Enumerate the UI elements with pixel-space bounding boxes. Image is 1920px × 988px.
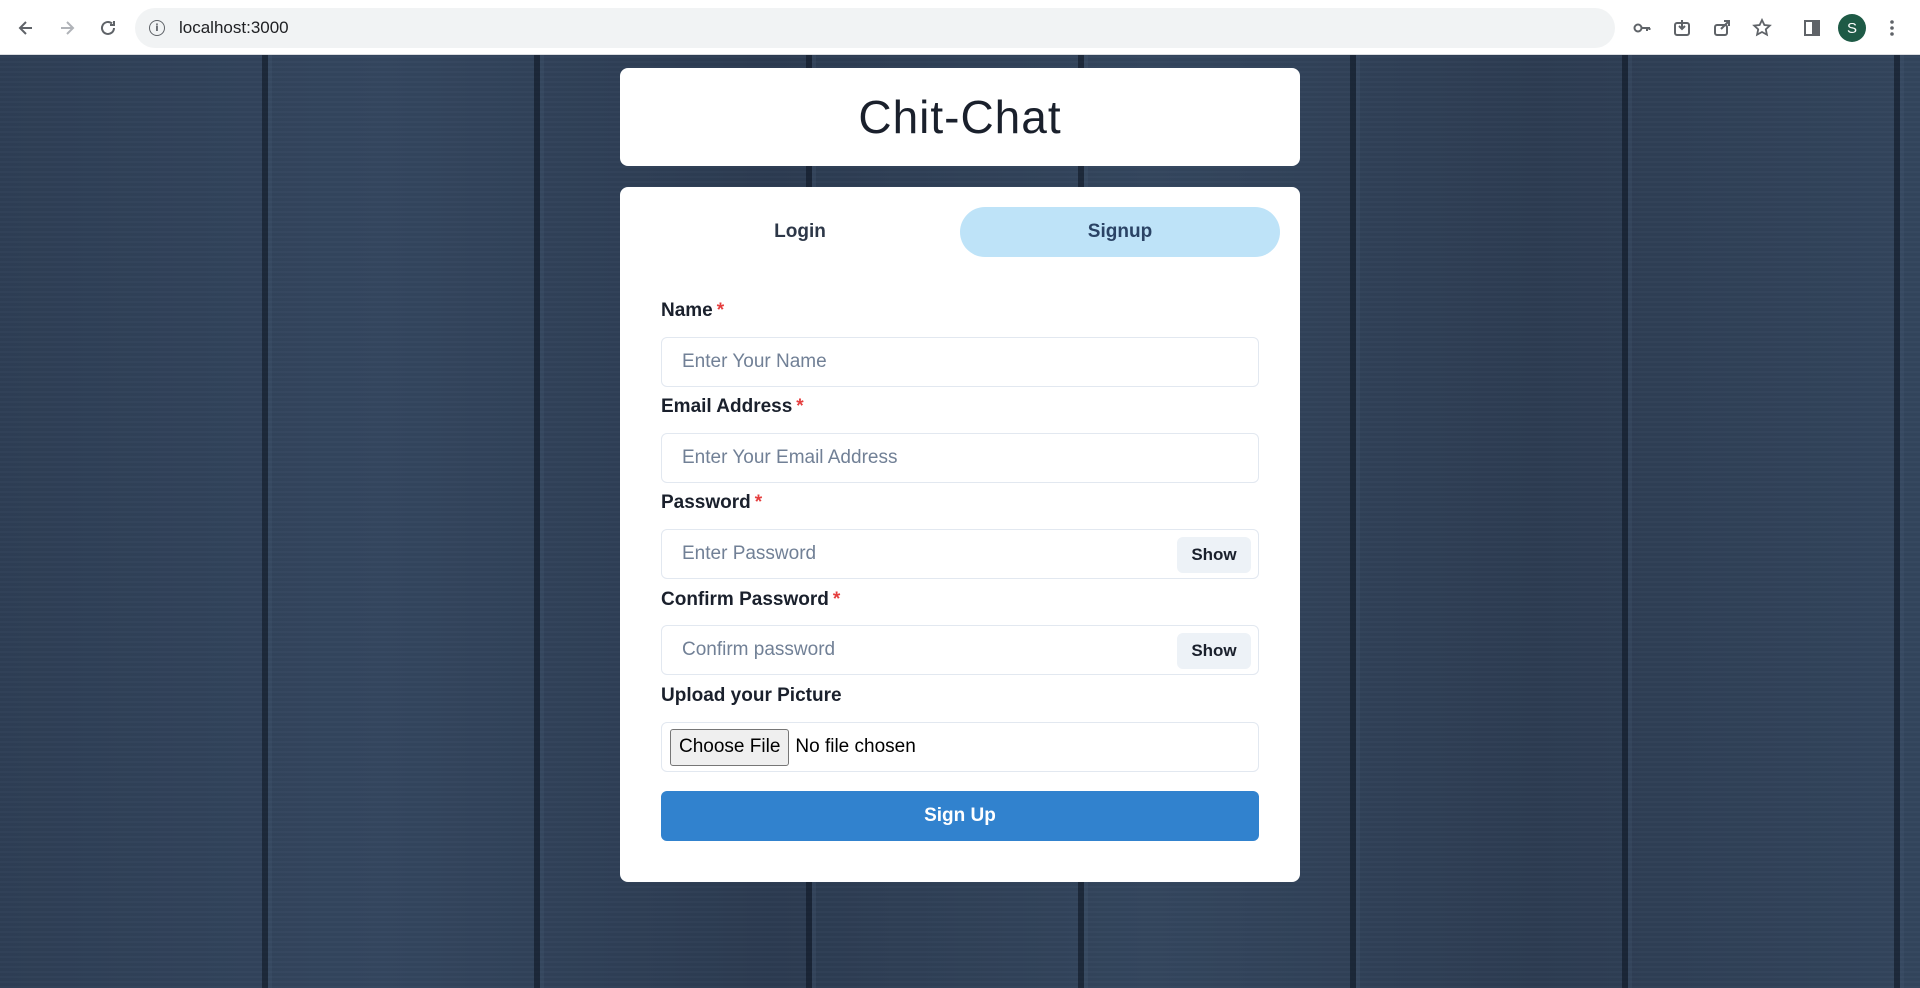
- auth-tabs: Login Signup: [640, 207, 1280, 257]
- upload-picture-label-text: Upload your Picture: [661, 685, 842, 706]
- tab-signup[interactable]: Signup: [960, 207, 1280, 257]
- address-bar[interactable]: i localhost:3000: [135, 8, 1615, 48]
- back-icon[interactable]: [10, 12, 42, 44]
- choose-file-button[interactable]: Choose File: [670, 728, 790, 766]
- password-label-text: Password: [661, 492, 751, 513]
- password-input[interactable]: [662, 530, 1258, 578]
- app-title: Chit-Chat: [858, 91, 1062, 143]
- sign-up-button[interactable]: Sign Up: [661, 791, 1259, 841]
- email-input[interactable]: [662, 434, 1258, 482]
- bookmark-star-icon[interactable]: [1746, 12, 1778, 44]
- side-panel-icon[interactable]: [1796, 12, 1828, 44]
- name-field-box: [661, 337, 1259, 387]
- name-input[interactable]: [662, 338, 1258, 386]
- url-text[interactable]: localhost:3000: [179, 18, 289, 38]
- email-field-box: [661, 433, 1259, 483]
- tab-login[interactable]: Login: [640, 207, 960, 257]
- share-icon[interactable]: [1706, 12, 1738, 44]
- confirm-password-label-text: Confirm Password: [661, 589, 829, 610]
- required-marker: *: [754, 492, 763, 513]
- email-label: Email Address *: [661, 396, 804, 418]
- browser-toolbar: i localhost:3000 S: [0, 0, 1920, 55]
- upload-picture-label: Upload your Picture: [661, 685, 842, 707]
- auth-form-card: Login Signup Name* Email Address* Passwo…: [620, 187, 1300, 882]
- file-upload-field: Choose File No file chosen: [661, 722, 1259, 772]
- show-confirm-password-button[interactable]: Show: [1177, 633, 1251, 669]
- show-password-button[interactable]: Show: [1177, 537, 1251, 573]
- confirm-password-input[interactable]: [662, 626, 1258, 674]
- password-field-box: Show: [661, 529, 1259, 579]
- forward-icon[interactable]: [51, 12, 83, 44]
- reload-icon[interactable]: [92, 12, 124, 44]
- more-menu-icon[interactable]: [1876, 12, 1908, 44]
- confirm-password-field-box: Show: [661, 625, 1259, 675]
- file-status-text: No file chosen: [795, 736, 916, 757]
- password-label: Password *: [661, 492, 762, 514]
- install-icon[interactable]: [1666, 12, 1698, 44]
- info-icon[interactable]: i: [149, 20, 165, 36]
- name-label: Name *: [661, 300, 724, 322]
- app-header-card: Chit-Chat: [620, 68, 1300, 166]
- email-label-text: Email Address: [661, 396, 793, 417]
- confirm-password-label: Confirm Password *: [661, 589, 840, 611]
- required-marker: *: [832, 589, 841, 610]
- key-icon[interactable]: [1626, 12, 1658, 44]
- required-marker: *: [796, 396, 804, 417]
- name-label-text: Name: [661, 300, 713, 321]
- required-marker: *: [716, 300, 725, 321]
- profile-avatar[interactable]: S: [1838, 14, 1866, 42]
